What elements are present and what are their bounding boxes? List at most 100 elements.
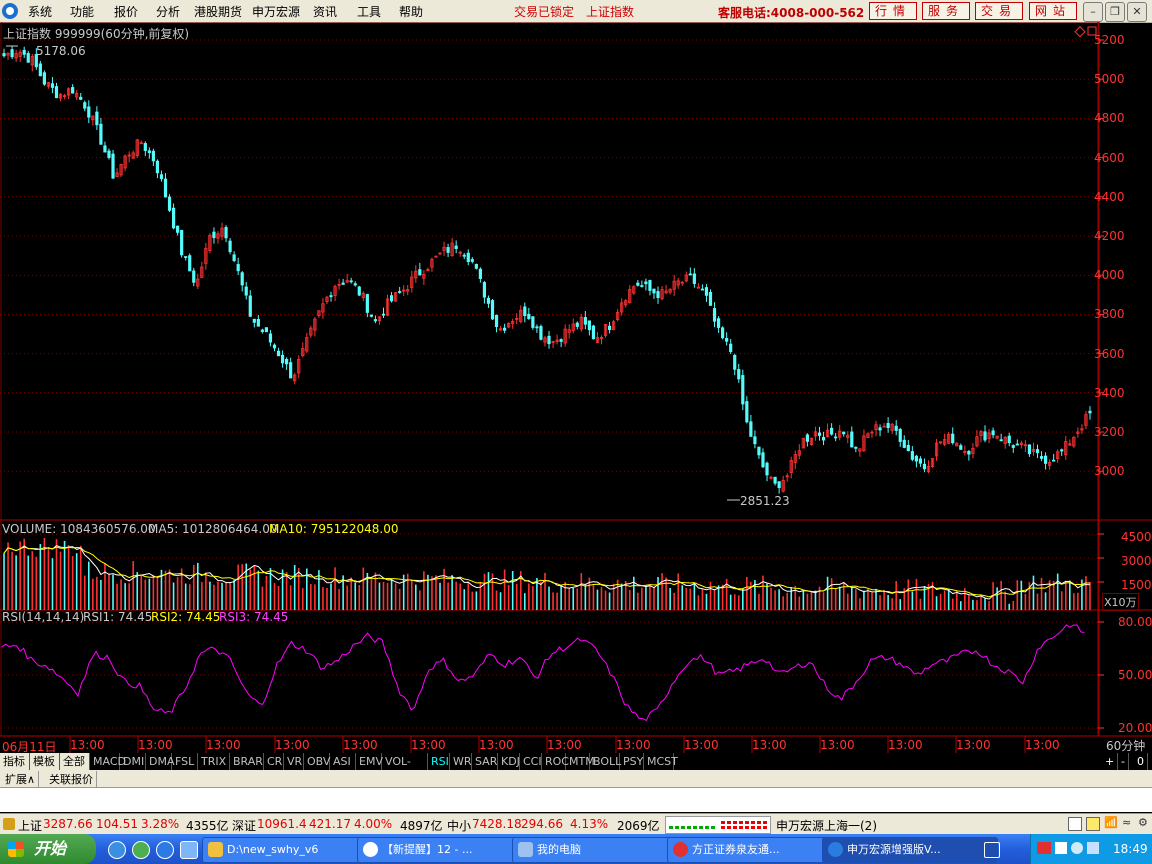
indicator-tab-rsi[interactable]: RSI	[428, 753, 450, 770]
layout-icon[interactable]	[1068, 817, 1082, 831]
task-explorer[interactable]: D:\new_swhy_v6	[202, 837, 378, 863]
menu-swhy[interactable]: 申万宏源	[252, 3, 300, 20]
indicator-tab-vol-tdx[interactable]: VOL-TDX	[382, 753, 428, 785]
price-axis-label: 5000	[1094, 72, 1125, 87]
time-axis-label: 13:00	[616, 738, 651, 752]
menu-bar: 系统 功能 报价 分析 港股期货 申万宏源 资讯 工具 帮助 交易已锁定 上证指…	[0, 0, 1152, 23]
shield-icon[interactable]	[1071, 842, 1083, 854]
wifi-icon[interactable]: ≈	[1122, 816, 1131, 829]
rsi1-label: RSI1: 74.45	[83, 610, 153, 624]
candle-body	[712, 308, 717, 322]
ie-icon[interactable]	[108, 841, 126, 859]
candle-body	[1007, 435, 1011, 444]
indicator-tab-psy[interactable]: PSY	[620, 753, 644, 770]
period-label[interactable]: 60分钟	[1106, 737, 1145, 754]
indicator-tab-roc[interactable]: ROC	[542, 753, 569, 770]
candle-body	[951, 433, 955, 444]
menu-help[interactable]: 帮助	[399, 3, 423, 20]
chat-icon[interactable]	[156, 841, 174, 859]
menu-system[interactable]: 系统	[28, 3, 52, 20]
task-label: 我的电脑	[537, 843, 581, 856]
candle-body	[224, 227, 228, 239]
minimize-icon[interactable]: –	[1083, 2, 1103, 22]
indicator-tab-cr[interactable]: CR	[264, 753, 284, 770]
website-button[interactable]: 网站	[1029, 2, 1078, 20]
folder-icon	[208, 842, 223, 857]
server-name[interactable]: 申万宏源上海一(2)	[776, 817, 877, 834]
indicator-tab-obv[interactable]: OBV	[304, 753, 330, 770]
indicator-tab-指标[interactable]: 指标	[0, 753, 30, 770]
indicator-tab-boll[interactable]: BOLL	[590, 753, 621, 770]
volume-icon[interactable]	[1055, 842, 1067, 854]
candle-body	[240, 272, 244, 286]
zoom-out-button[interactable]: -	[1118, 753, 1129, 770]
candle-body	[389, 295, 394, 302]
indicator-tab-macd[interactable]: MACD	[90, 753, 126, 770]
settings-icon[interactable]: ⚙	[1138, 816, 1148, 829]
reset-button[interactable]: 0	[1134, 753, 1148, 770]
close-icon[interactable]: ✕	[1127, 2, 1147, 22]
indicator-tab-dmi[interactable]: DMI	[120, 753, 146, 770]
start-button[interactable]: 开始	[0, 834, 96, 864]
hotline-text: 客服电话:4008-000-562	[718, 6, 865, 20]
candle-body	[329, 295, 333, 298]
candle-body	[99, 123, 103, 145]
trade-button[interactable]: 交易	[975, 2, 1024, 20]
candle-body	[482, 282, 487, 298]
candle-body	[276, 350, 281, 357]
price-axis-label: 4800	[1094, 111, 1125, 126]
task-browser[interactable]: 【新提醒】12 - ...	[357, 837, 533, 863]
restore-icon[interactable]: ❐	[1105, 2, 1125, 22]
desktop-icon[interactable]	[180, 841, 198, 859]
task-fangzheng[interactable]: 方正证券泉友通...	[667, 837, 843, 863]
signal-icon[interactable]: 📶	[1104, 816, 1118, 829]
indicator-tab-mtm[interactable]: MTM	[566, 753, 595, 770]
lock-icon[interactable]	[3, 818, 15, 830]
indicator-tab-emv[interactable]: EMV	[356, 753, 383, 770]
candle-body	[559, 339, 563, 342]
related-quote-button[interactable]: 关联报价	[46, 771, 97, 787]
browser-icon[interactable]	[132, 841, 150, 859]
menu-hk-futures[interactable]: 港股期货	[194, 3, 242, 20]
candle-body	[882, 425, 886, 428]
indicator-tab-全部[interactable]: 全部	[60, 753, 90, 770]
task-swhy[interactable]: 申万宏源增强版V...	[822, 837, 998, 863]
market-button[interactable]: 行情	[869, 2, 918, 20]
volume-ma10-label: MA10: 795122048.00	[269, 522, 399, 536]
indicator-tab-asi[interactable]: ASI	[330, 753, 356, 770]
trade-locked-notice[interactable]: 交易已锁定	[514, 3, 574, 20]
indicator-tab-sar[interactable]: SAR	[472, 753, 498, 770]
indicator-tab-fsl[interactable]: FSL	[172, 753, 198, 770]
rsi-axis-50: 50.00	[1118, 668, 1152, 682]
menu-function[interactable]: 功能	[70, 3, 94, 20]
indicator-tab-vr[interactable]: VR	[284, 753, 304, 770]
show-desktop-icon[interactable]	[984, 842, 1000, 858]
indicator-tab-trix[interactable]: TRIX	[198, 753, 230, 770]
candle-body	[353, 283, 357, 286]
task-label: 申万宏源增强版V...	[847, 843, 941, 856]
note-icon[interactable]	[1086, 817, 1100, 831]
indicator-tab-模板[interactable]: 模板	[30, 753, 60, 770]
chart-canvas[interactable]	[0, 22, 1152, 753]
indicator-tab-dma[interactable]: DMA	[146, 753, 175, 770]
menu-info[interactable]: 资讯	[313, 3, 337, 20]
indicator-tab-brar[interactable]: BRAR	[230, 753, 264, 770]
indicator-tab-wr[interactable]: WR	[450, 753, 472, 770]
flag-icon[interactable]	[1037, 842, 1051, 854]
menu-quote[interactable]: 报价	[114, 3, 138, 20]
expand-button[interactable]: 扩展∧	[2, 771, 40, 787]
task-my-computer[interactable]: 我的电脑	[512, 837, 688, 863]
empty-panel	[0, 788, 1152, 812]
indicator-tab-mcst[interactable]: MCST	[644, 753, 678, 770]
indicator-tab-cci[interactable]: CCI	[520, 753, 542, 770]
indicator-tab-kdj[interactable]: KDJ	[498, 753, 520, 770]
app-icon	[828, 842, 843, 857]
service-button[interactable]: 服务	[922, 2, 971, 20]
zx-value: 7428.18	[472, 817, 522, 831]
menu-tools[interactable]: 工具	[357, 3, 381, 20]
zoom-in-button[interactable]: +	[1102, 753, 1119, 770]
network-icon[interactable]	[1087, 842, 1099, 854]
candle-body	[854, 446, 858, 449]
index-notice[interactable]: 上证指数	[586, 3, 634, 20]
menu-analysis[interactable]: 分析	[156, 3, 180, 20]
